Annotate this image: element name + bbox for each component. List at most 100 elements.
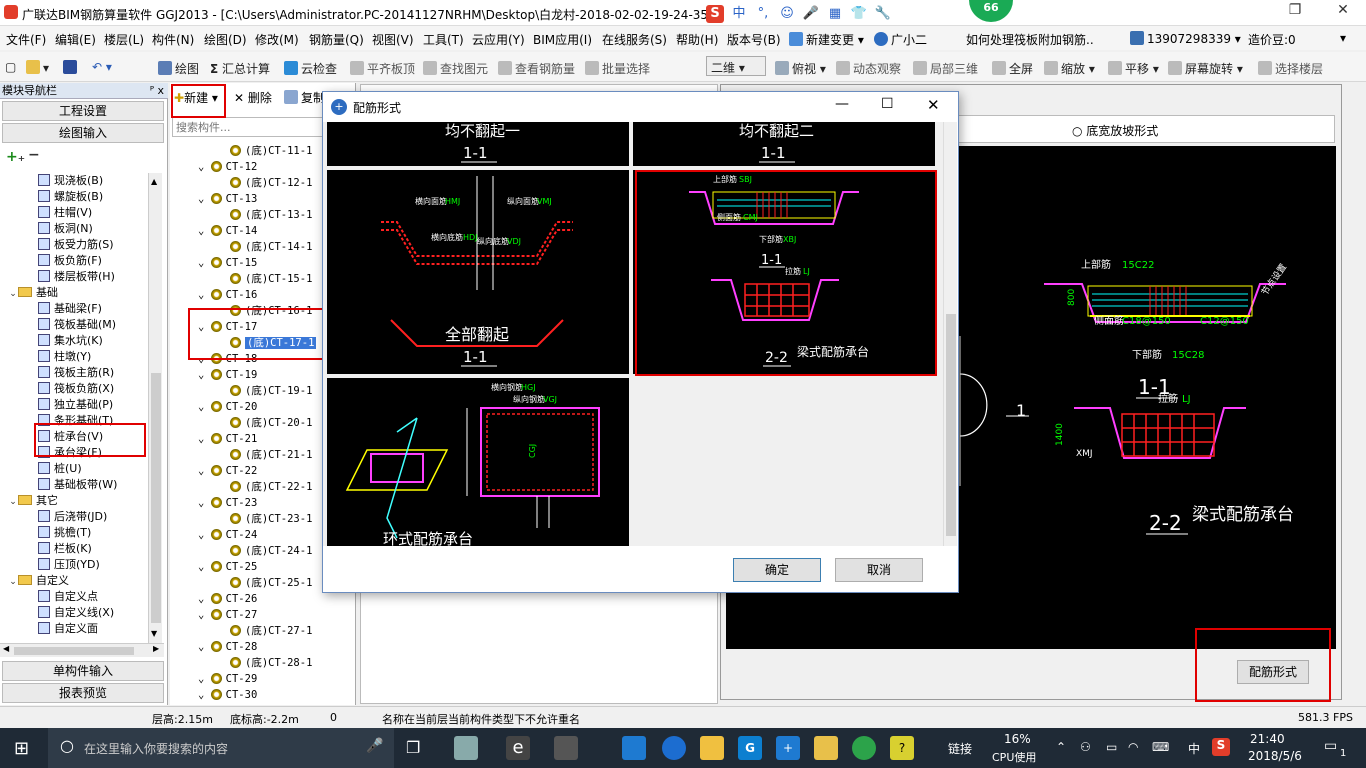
expand-chevron-icon[interactable]: ⌄ bbox=[198, 369, 211, 381]
dialog-maximize-icon[interactable]: ☐ bbox=[881, 96, 894, 112]
dialog-scrollbar[interactable] bbox=[943, 122, 957, 546]
expand-chevron-icon[interactable]: ⌄ bbox=[198, 593, 211, 605]
scroll-thumb[interactable] bbox=[151, 373, 161, 623]
component-child-item[interactable]: (底)CT-21-1 bbox=[230, 447, 312, 463]
form-option-ring-cap[interactable]: 横向钢筋 HGJ 纵向钢筋 VGJ CGJ 环式配筋承台 bbox=[327, 378, 629, 546]
menu-view[interactable]: 视图(V) bbox=[372, 31, 414, 48]
scroll-down-icon[interactable]: ▼ bbox=[151, 629, 157, 638]
component-child-item[interactable]: (底)CT-14-1 bbox=[230, 239, 312, 255]
component-item[interactable]: ⌄ CT-30 bbox=[198, 687, 257, 703]
menu-file[interactable]: 文件(F) bbox=[6, 31, 46, 48]
nav-tree-item[interactable]: 栏板(K) bbox=[0, 541, 92, 557]
component-item[interactable]: ⌄ CT-19 bbox=[198, 367, 257, 383]
menu-rebar-quantity[interactable]: 钢筋量(Q) bbox=[309, 31, 364, 48]
menu-draw[interactable]: 绘图(D) bbox=[204, 31, 247, 48]
expand-chevron-icon[interactable]: ⌄ bbox=[198, 673, 211, 685]
component-item[interactable]: ⌄ CT-27 bbox=[198, 607, 257, 623]
expand-chevron-icon[interactable]: ⌄ bbox=[198, 225, 211, 237]
ime-keyboard-icon[interactable]: ▦ bbox=[826, 5, 844, 23]
nav-tree-item[interactable]: 自定义点 bbox=[0, 589, 98, 605]
dynamic-view-button[interactable]: 动态观察 bbox=[836, 60, 901, 77]
component-item[interactable]: ⌄ CT-15 bbox=[198, 255, 257, 271]
cloud-check-button[interactable]: 云检查 bbox=[284, 60, 337, 77]
scroll-right-icon[interactable]: ▶ bbox=[153, 644, 159, 653]
component-child-item[interactable]: (底)CT-23-1 bbox=[230, 511, 312, 527]
nav-tree-item[interactable]: 集水坑(K) bbox=[0, 333, 103, 349]
component-item[interactable]: ⌄ CT-22 bbox=[198, 463, 257, 479]
nav-tree-item[interactable]: 筏板主筋(R) bbox=[0, 365, 114, 381]
nav-tree-item[interactable]: 独立基础(P) bbox=[0, 397, 113, 413]
menu-cloud[interactable]: 云应用(Y) bbox=[472, 31, 525, 48]
nav-tree-hscrollbar[interactable]: ◀ ▶ bbox=[0, 643, 164, 657]
expand-chevron-icon[interactable]: ⌄ bbox=[8, 286, 18, 302]
component-item[interactable]: ⌄ CT-24 bbox=[198, 527, 257, 543]
bottom-slope-radio[interactable]: ○ 底宽放坡形式 bbox=[1072, 122, 1158, 139]
component-item[interactable]: ⌄ CT-28 bbox=[198, 639, 257, 655]
nav-tree-item[interactable]: 板受力筋(S) bbox=[0, 237, 114, 253]
tray-wifi-icon[interactable]: ◠ bbox=[1128, 740, 1138, 754]
expand-chevron-icon[interactable]: ⌄ bbox=[198, 465, 211, 477]
expand-chevron-icon[interactable]: ⌄ bbox=[8, 494, 18, 510]
find-element-button[interactable]: 查找图元 bbox=[423, 60, 488, 77]
component-item[interactable]: ⌄ CT-26 bbox=[198, 591, 257, 607]
tray-sogou-icon[interactable]: S bbox=[1212, 738, 1230, 756]
app-swirl-icon[interactable] bbox=[554, 736, 578, 760]
help-app-icon[interactable]: ? bbox=[890, 736, 914, 760]
nav-tree-item[interactable]: 柱墩(Y) bbox=[0, 349, 91, 365]
tray-person-icon[interactable]: ⚇ bbox=[1080, 740, 1091, 754]
nav-tree-item[interactable]: 现浇板(B) bbox=[0, 173, 103, 189]
copy-component-button[interactable]: 复制 bbox=[284, 89, 325, 106]
dialog-scroll-thumb[interactable] bbox=[946, 314, 956, 536]
dialog-close-icon[interactable]: ✕ bbox=[927, 96, 940, 114]
menu-online-service[interactable]: 在线服务(S) bbox=[602, 31, 667, 48]
nav-tree-scrollbar[interactable]: ▲ ▼ bbox=[148, 173, 162, 643]
component-item[interactable]: ⌄ CT-21 bbox=[198, 431, 257, 447]
rotate-button[interactable]: 屏幕旋转 ▾ bbox=[1168, 60, 1243, 77]
nav-tree-item[interactable]: 板负筋(F) bbox=[0, 253, 102, 269]
ggj-app-icon[interactable]: + bbox=[776, 736, 800, 760]
menu-component[interactable]: 构件(N) bbox=[152, 31, 194, 48]
component-item[interactable]: ⌄ CT-20 bbox=[198, 399, 257, 415]
form-option-all-bend[interactable]: 横向面筋 HMJ 纵向面筋 VMJ 横向底筋 HDJ 纵向底筋 VDJ 全部翻起… bbox=[327, 170, 629, 374]
component-child-item[interactable]: (底)CT-25-1 bbox=[230, 575, 312, 591]
expand-chevron-icon[interactable]: ⌄ bbox=[8, 574, 18, 590]
align-top-button[interactable]: 平齐板顶 bbox=[350, 60, 415, 77]
dialog-minimize-icon[interactable]: — bbox=[835, 96, 849, 112]
sum-calc-button[interactable]: Σ 汇总计算 bbox=[210, 60, 270, 77]
menu-dropdown-icon[interactable]: ▾ bbox=[1340, 31, 1346, 45]
tray-network-icon[interactable]: ▭ bbox=[1106, 740, 1117, 754]
taskbar-link[interactable]: 链接 bbox=[948, 740, 972, 757]
component-item[interactable]: ⌄ CT-23 bbox=[198, 495, 257, 511]
nav-tree-item[interactable]: 螺旋板(B) bbox=[0, 189, 103, 205]
restore-icon[interactable]: ❐ bbox=[1272, 2, 1318, 22]
fullscreen-button[interactable]: 全屏 bbox=[992, 60, 1033, 77]
view-rebar-button[interactable]: 查看钢筋量 bbox=[498, 60, 575, 77]
nav-tree-item[interactable]: 压顶(YD) bbox=[0, 557, 100, 573]
pin-close-icon[interactable]: ᴾ x bbox=[150, 83, 164, 99]
expand-chevron-icon[interactable]: ⌄ bbox=[198, 289, 211, 301]
nav-tree-item[interactable]: 桩(U) bbox=[0, 461, 82, 477]
app-fan-icon[interactable] bbox=[454, 736, 478, 760]
draw-button[interactable]: 绘图 bbox=[158, 60, 199, 77]
tray-chevron-icon[interactable]: ⌃ bbox=[1056, 740, 1066, 754]
component-item[interactable]: ⌄ CT-16 bbox=[198, 287, 257, 303]
nav-folder[interactable]: ⌄ 其它 bbox=[0, 493, 58, 509]
pan-button[interactable]: 平移 ▾ bbox=[1108, 60, 1159, 77]
ime-skin-icon[interactable]: 👕 bbox=[850, 5, 868, 23]
expand-chevron-icon[interactable]: ⌄ bbox=[198, 689, 211, 701]
tray-lang[interactable]: 中 bbox=[1188, 740, 1200, 757]
expand-chevron-icon[interactable]: ⌄ bbox=[198, 497, 211, 509]
edge-browser-icon[interactable]: e bbox=[506, 736, 530, 760]
dialog-cancel-button[interactable]: 取消 bbox=[835, 558, 923, 582]
delete-component-button[interactable]: ✕ 删除 bbox=[234, 89, 272, 106]
component-child-item[interactable]: (底)CT-11-1 bbox=[230, 143, 312, 159]
undo-icon[interactable]: ↶ ▾ bbox=[92, 60, 112, 74]
single-component-input-button[interactable]: 单构件输入 bbox=[2, 661, 164, 681]
app-green-icon[interactable] bbox=[852, 736, 876, 760]
glodon-app-icon[interactable]: G bbox=[738, 736, 762, 760]
nav-tree-item[interactable]: 楼层板带(H) bbox=[0, 269, 115, 285]
menu-modify[interactable]: 修改(M) bbox=[255, 31, 299, 48]
expand-chevron-icon[interactable]: ⌄ bbox=[198, 529, 211, 541]
menu-version[interactable]: 版本号(B) bbox=[727, 31, 781, 48]
expand-chevron-icon[interactable]: ⌄ bbox=[198, 161, 211, 173]
